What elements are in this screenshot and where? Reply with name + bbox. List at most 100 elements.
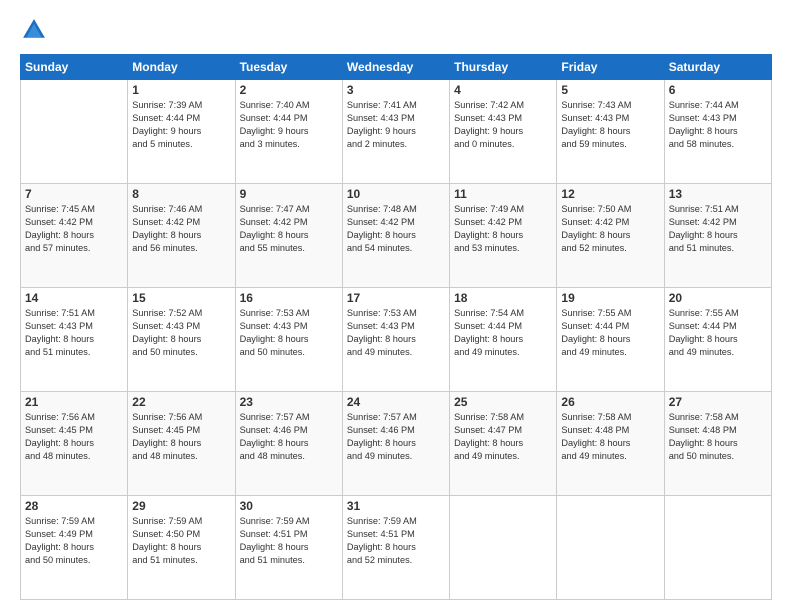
calendar-cell: 24Sunrise: 7:57 AM Sunset: 4:46 PM Dayli…	[342, 392, 449, 496]
day-info: Sunrise: 7:59 AM Sunset: 4:49 PM Dayligh…	[25, 515, 123, 567]
calendar-cell: 3 Sunrise: 7:41 AM Sunset: 4:43 PM Daylig…	[342, 80, 449, 184]
day-number: 11	[454, 187, 552, 201]
calendar-cell: 23 Sunrise: 7:57 AM Sunset: 4:46 PM Dayli…	[235, 392, 342, 496]
calendar-cell: 6 Sunrise: 7:44 AM Sunset: 4:43 PM Daylig…	[664, 80, 771, 184]
day-number: 23	[240, 395, 338, 409]
calendar-cell: 15 Sunrise: 7:52 AM Sunset: 4:43 PM Dayli…	[128, 288, 235, 392]
day-info: Sunrise: 7:44 AM Sunset: 4:43 PM Dayligh…	[669, 99, 767, 151]
calendar-cell: 27 Sunrise: 7:58 AM Sunset: 4:48 PM Dayli…	[664, 392, 771, 496]
calendar-cell: 13Sunrise: 7:51 AM Sunset: 4:42 PM Dayli…	[664, 184, 771, 288]
page: SundayMondayTuesdayWednesdayThursdayFrid…	[0, 0, 792, 612]
day-number: 22	[132, 395, 230, 409]
day-number: 4	[454, 83, 552, 97]
day-info: Sunrise: 7:54 AM Sunset: 4:44 PM Dayligh…	[454, 307, 552, 359]
calendar-cell	[557, 496, 664, 600]
calendar-week-row: 1Sunrise: 7:39 AM Sunset: 4:44 PM Daylig…	[21, 80, 772, 184]
calendar-cell: 10Sunrise: 7:48 AM Sunset: 4:42 PM Dayli…	[342, 184, 449, 288]
day-number: 7	[25, 187, 123, 201]
day-number: 24	[347, 395, 445, 409]
calendar-cell: 25 Sunrise: 7:58 AM Sunset: 4:47 PM Dayli…	[450, 392, 557, 496]
calendar-cell: 17Sunrise: 7:53 AM Sunset: 4:43 PM Dayli…	[342, 288, 449, 392]
calendar-week-row: 28 Sunrise: 7:59 AM Sunset: 4:49 PM Dayli…	[21, 496, 772, 600]
day-number: 21	[25, 395, 123, 409]
logo-icon	[20, 16, 48, 44]
calendar-cell: 16 Sunrise: 7:53 AM Sunset: 4:43 PM Dayli…	[235, 288, 342, 392]
day-info: Sunrise: 7:58 AM Sunset: 4:48 PM Dayligh…	[669, 411, 767, 463]
day-number: 25	[454, 395, 552, 409]
calendar-cell: 26 Sunrise: 7:58 AM Sunset: 4:48 PM Dayli…	[557, 392, 664, 496]
day-info: Sunrise: 7:41 AM Sunset: 4:43 PM Dayligh…	[347, 99, 445, 151]
day-info: Sunrise: 7:55 AM Sunset: 4:44 PM Dayligh…	[669, 307, 767, 359]
day-number: 27	[669, 395, 767, 409]
day-info: Sunrise: 7:43 AM Sunset: 4:43 PM Dayligh…	[561, 99, 659, 151]
day-info: Sunrise: 7:53 AM Sunset: 4:43 PM Dayligh…	[347, 307, 445, 359]
day-number: 9	[240, 187, 338, 201]
logo	[20, 16, 52, 44]
calendar-header-saturday: Saturday	[664, 55, 771, 80]
day-info: Sunrise: 7:50 AM Sunset: 4:42 PM Dayligh…	[561, 203, 659, 255]
day-info: Sunrise: 7:59 AM Sunset: 4:51 PM Dayligh…	[347, 515, 445, 567]
day-info: Sunrise: 7:56 AM Sunset: 4:45 PM Dayligh…	[25, 411, 123, 463]
day-number: 6	[669, 83, 767, 97]
day-number: 5	[561, 83, 659, 97]
day-info: Sunrise: 7:51 AM Sunset: 4:43 PM Dayligh…	[25, 307, 123, 359]
day-number: 18	[454, 291, 552, 305]
calendar-cell	[450, 496, 557, 600]
day-number: 29	[132, 499, 230, 513]
calendar-cell: 1Sunrise: 7:39 AM Sunset: 4:44 PM Daylig…	[128, 80, 235, 184]
day-info: Sunrise: 7:42 AM Sunset: 4:43 PM Dayligh…	[454, 99, 552, 151]
day-number: 30	[240, 499, 338, 513]
day-number: 12	[561, 187, 659, 201]
day-number: 31	[347, 499, 445, 513]
day-info: Sunrise: 7:57 AM Sunset: 4:46 PM Dayligh…	[240, 411, 338, 463]
day-info: Sunrise: 7:49 AM Sunset: 4:42 PM Dayligh…	[454, 203, 552, 255]
header	[20, 16, 772, 44]
calendar-cell	[21, 80, 128, 184]
day-info: Sunrise: 7:45 AM Sunset: 4:42 PM Dayligh…	[25, 203, 123, 255]
day-info: Sunrise: 7:53 AM Sunset: 4:43 PM Dayligh…	[240, 307, 338, 359]
calendar-cell: 8Sunrise: 7:46 AM Sunset: 4:42 PM Daylig…	[128, 184, 235, 288]
calendar-cell: 21 Sunrise: 7:56 AM Sunset: 4:45 PM Dayli…	[21, 392, 128, 496]
calendar-header-friday: Friday	[557, 55, 664, 80]
calendar-cell: 14Sunrise: 7:51 AM Sunset: 4:43 PM Dayli…	[21, 288, 128, 392]
day-number: 16	[240, 291, 338, 305]
calendar-cell: 22 Sunrise: 7:56 AM Sunset: 4:45 PM Dayli…	[128, 392, 235, 496]
calendar-cell: 31 Sunrise: 7:59 AM Sunset: 4:51 PM Dayli…	[342, 496, 449, 600]
day-number: 3	[347, 83, 445, 97]
day-number: 15	[132, 291, 230, 305]
calendar-cell: 30 Sunrise: 7:59 AM Sunset: 4:51 PM Dayli…	[235, 496, 342, 600]
day-number: 10	[347, 187, 445, 201]
day-info: Sunrise: 7:55 AM Sunset: 4:44 PM Dayligh…	[561, 307, 659, 359]
calendar-table: SundayMondayTuesdayWednesdayThursdayFrid…	[20, 54, 772, 600]
day-info: Sunrise: 7:58 AM Sunset: 4:48 PM Dayligh…	[561, 411, 659, 463]
day-info: Sunrise: 7:51 AM Sunset: 4:42 PM Dayligh…	[669, 203, 767, 255]
calendar-cell: 20Sunrise: 7:55 AM Sunset: 4:44 PM Dayli…	[664, 288, 771, 392]
day-info: Sunrise: 7:59 AM Sunset: 4:50 PM Dayligh…	[132, 515, 230, 567]
day-number: 1	[132, 83, 230, 97]
calendar-header-sunday: Sunday	[21, 55, 128, 80]
calendar-week-row: 21 Sunrise: 7:56 AM Sunset: 4:45 PM Dayli…	[21, 392, 772, 496]
calendar-header-thursday: Thursday	[450, 55, 557, 80]
calendar-cell: 2 Sunrise: 7:40 AM Sunset: 4:44 PM Daylig…	[235, 80, 342, 184]
calendar-cell: 18 Sunrise: 7:54 AM Sunset: 4:44 PM Dayli…	[450, 288, 557, 392]
calendar-header-row: SundayMondayTuesdayWednesdayThursdayFrid…	[21, 55, 772, 80]
calendar-header-wednesday: Wednesday	[342, 55, 449, 80]
day-info: Sunrise: 7:40 AM Sunset: 4:44 PM Dayligh…	[240, 99, 338, 151]
day-info: Sunrise: 7:59 AM Sunset: 4:51 PM Dayligh…	[240, 515, 338, 567]
day-info: Sunrise: 7:56 AM Sunset: 4:45 PM Dayligh…	[132, 411, 230, 463]
calendar-cell: 7 Sunrise: 7:45 AM Sunset: 4:42 PM Daylig…	[21, 184, 128, 288]
calendar-header-monday: Monday	[128, 55, 235, 80]
calendar-cell: 9Sunrise: 7:47 AM Sunset: 4:42 PM Daylig…	[235, 184, 342, 288]
calendar-cell: 28 Sunrise: 7:59 AM Sunset: 4:49 PM Dayli…	[21, 496, 128, 600]
calendar-cell: 29 Sunrise: 7:59 AM Sunset: 4:50 PM Dayli…	[128, 496, 235, 600]
day-number: 2	[240, 83, 338, 97]
calendar-header-tuesday: Tuesday	[235, 55, 342, 80]
calendar-cell	[664, 496, 771, 600]
calendar-cell: 12 Sunrise: 7:50 AM Sunset: 4:42 PM Dayli…	[557, 184, 664, 288]
day-number: 26	[561, 395, 659, 409]
calendar-week-row: 14Sunrise: 7:51 AM Sunset: 4:43 PM Dayli…	[21, 288, 772, 392]
day-info: Sunrise: 7:52 AM Sunset: 4:43 PM Dayligh…	[132, 307, 230, 359]
day-info: Sunrise: 7:46 AM Sunset: 4:42 PM Dayligh…	[132, 203, 230, 255]
day-number: 28	[25, 499, 123, 513]
day-info: Sunrise: 7:58 AM Sunset: 4:47 PM Dayligh…	[454, 411, 552, 463]
